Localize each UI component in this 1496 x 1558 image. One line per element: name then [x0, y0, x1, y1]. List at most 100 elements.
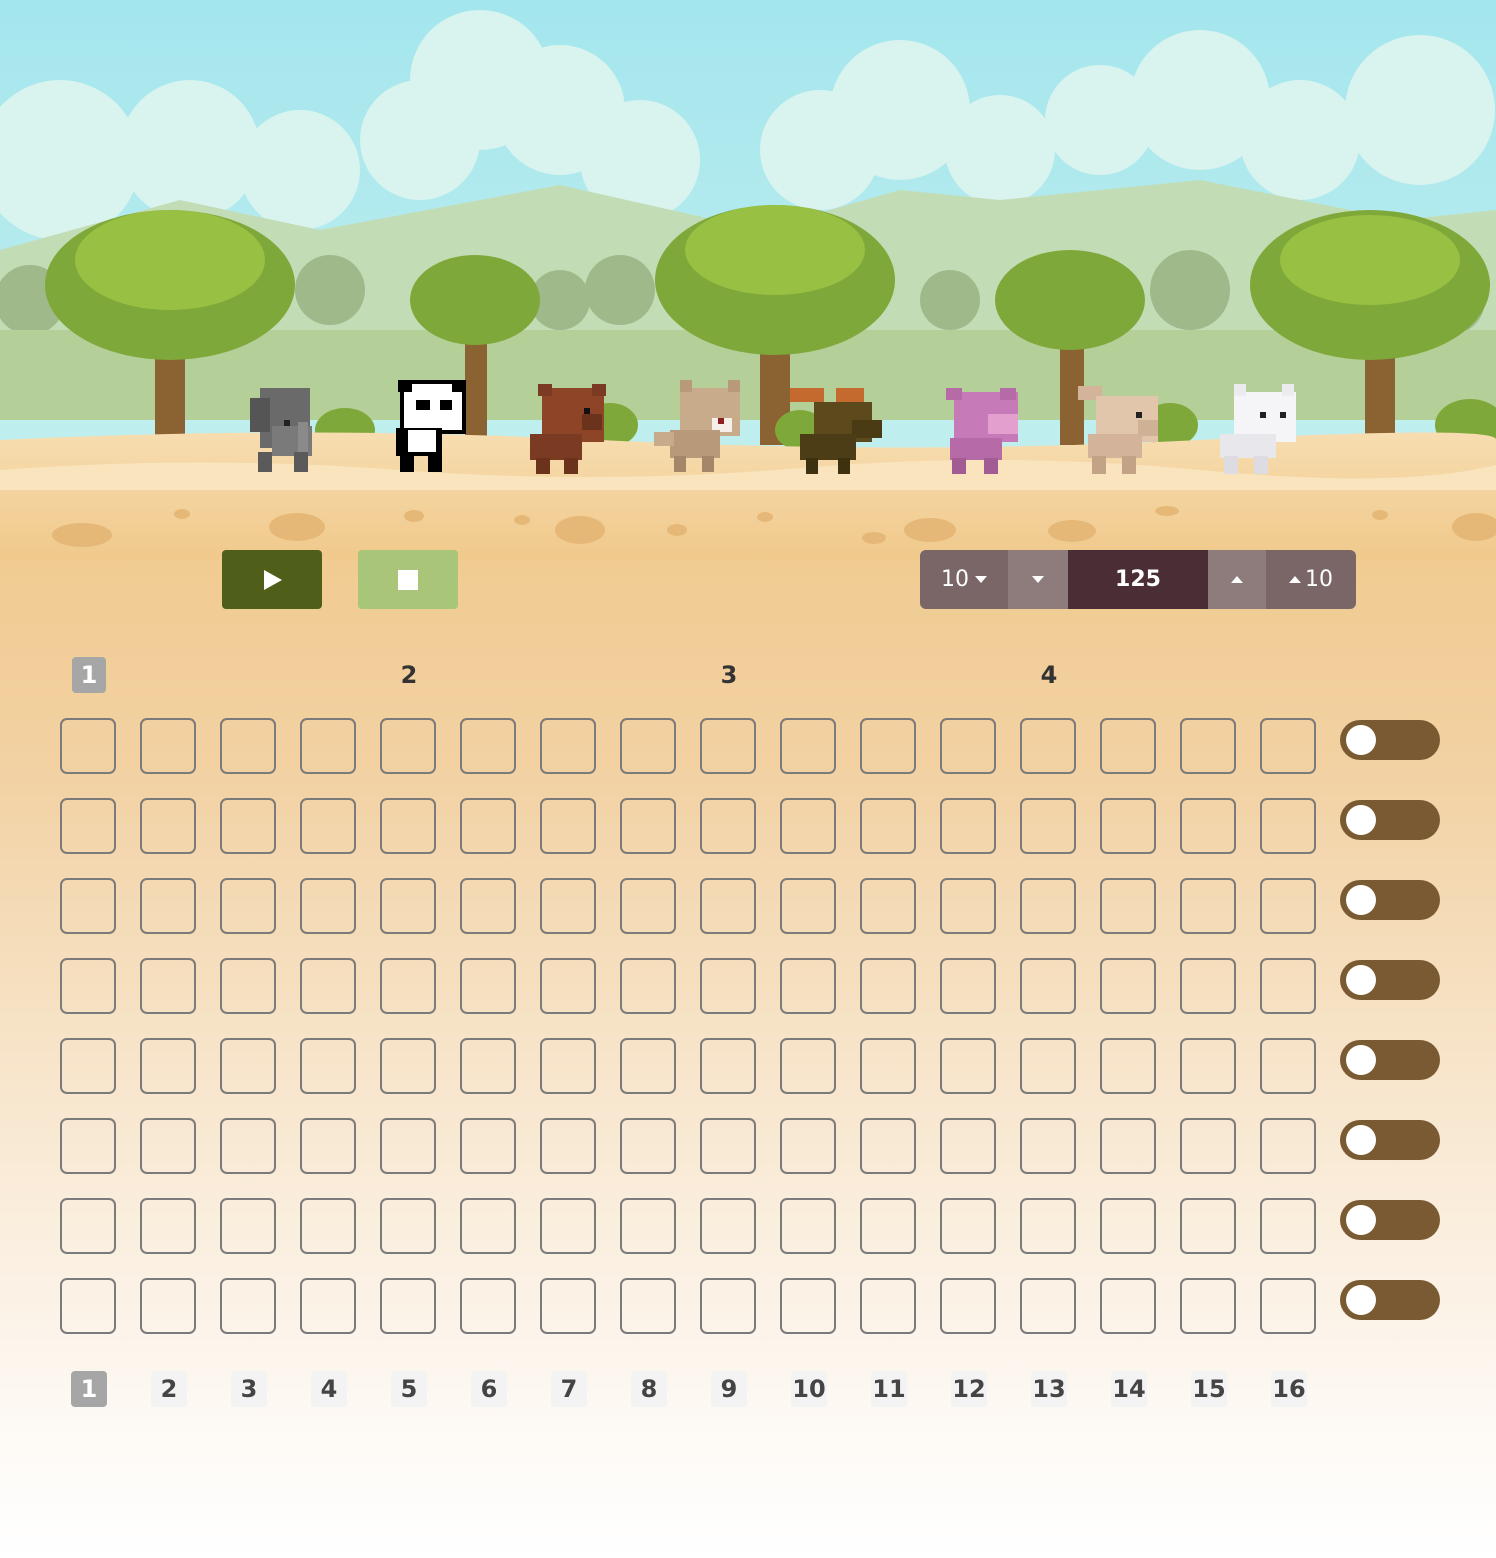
step-cell[interactable] [620, 1198, 676, 1254]
step-cell[interactable] [220, 798, 276, 854]
step-cell[interactable] [380, 798, 436, 854]
step-cell[interactable] [620, 718, 676, 774]
row-toggle-rabbit[interactable] [1340, 1200, 1440, 1240]
step-cell[interactable] [220, 1118, 276, 1174]
step-cell[interactable] [220, 1038, 276, 1094]
step-cell[interactable] [700, 878, 756, 934]
step-cell[interactable] [460, 1038, 516, 1094]
step-cell[interactable] [1020, 1278, 1076, 1334]
tempo-decrease-10-button[interactable]: 10 [920, 550, 1008, 609]
step-cell[interactable] [460, 798, 516, 854]
step-cell[interactable] [1020, 1038, 1076, 1094]
step-cell[interactable] [540, 718, 596, 774]
step-cell[interactable] [380, 718, 436, 774]
step-cell[interactable] [700, 798, 756, 854]
step-cell[interactable] [940, 718, 996, 774]
step-cell[interactable] [780, 878, 836, 934]
step-cell[interactable] [860, 878, 916, 934]
step-cell[interactable] [860, 1198, 916, 1254]
step-cell[interactable] [1100, 1118, 1156, 1174]
step-cell[interactable] [60, 1118, 116, 1174]
step-cell[interactable] [700, 718, 756, 774]
step-cell[interactable] [700, 958, 756, 1014]
step-cell[interactable] [700, 1278, 756, 1334]
step-cell[interactable] [940, 1198, 996, 1254]
step-cell[interactable] [860, 1118, 916, 1174]
step-cell[interactable] [780, 1198, 836, 1254]
step-cell[interactable] [460, 718, 516, 774]
step-cell[interactable] [140, 1198, 196, 1254]
step-cell[interactable] [300, 958, 356, 1014]
step-cell[interactable] [1100, 878, 1156, 934]
step-cell[interactable] [1020, 958, 1076, 1014]
step-cell[interactable] [140, 1038, 196, 1094]
step-cell[interactable] [940, 1118, 996, 1174]
step-cell[interactable] [1100, 1038, 1156, 1094]
step-cell[interactable] [1180, 958, 1236, 1014]
step-cell[interactable] [540, 1278, 596, 1334]
step-cell[interactable] [540, 798, 596, 854]
step-cell[interactable] [1020, 718, 1076, 774]
step-cell[interactable] [300, 878, 356, 934]
row-toggle-white-cat[interactable] [1340, 1280, 1440, 1320]
step-cell[interactable] [220, 718, 276, 774]
step-cell[interactable] [1260, 958, 1316, 1014]
step-cell[interactable] [1260, 1198, 1316, 1254]
row-toggle-pig[interactable] [1340, 1120, 1440, 1160]
step-cell[interactable] [220, 958, 276, 1014]
step-cell[interactable] [1100, 1278, 1156, 1334]
step-cell[interactable] [140, 1118, 196, 1174]
step-cell[interactable] [1020, 1118, 1076, 1174]
row-toggle-cat[interactable] [1340, 960, 1440, 1000]
step-cell[interactable] [1260, 798, 1316, 854]
step-cell[interactable] [1260, 1278, 1316, 1334]
bar-label-3[interactable]: 3 [712, 657, 746, 693]
step-cell[interactable] [460, 958, 516, 1014]
step-cell[interactable] [300, 1118, 356, 1174]
step-cell[interactable] [780, 1278, 836, 1334]
step-cell[interactable] [1100, 718, 1156, 774]
step-cell[interactable] [380, 878, 436, 934]
tempo-increase-10-button[interactable]: 10 [1266, 550, 1356, 609]
step-cell[interactable] [1180, 1038, 1236, 1094]
step-cell[interactable] [300, 1278, 356, 1334]
step-cell[interactable] [220, 1198, 276, 1254]
step-cell[interactable] [1020, 878, 1076, 934]
step-cell[interactable] [540, 958, 596, 1014]
play-button[interactable] [222, 550, 322, 609]
step-cell[interactable] [460, 1118, 516, 1174]
step-cell[interactable] [60, 1198, 116, 1254]
step-cell[interactable] [1260, 718, 1316, 774]
step-cell[interactable] [620, 798, 676, 854]
step-cell[interactable] [1260, 1118, 1316, 1174]
step-cell[interactable] [1020, 798, 1076, 854]
row-toggle-panda[interactable] [1340, 800, 1440, 840]
step-cell[interactable] [1260, 878, 1316, 934]
stop-button[interactable] [358, 550, 458, 609]
tempo-decrease-button[interactable] [1008, 550, 1068, 609]
step-cell[interactable] [940, 958, 996, 1014]
step-cell[interactable] [60, 798, 116, 854]
step-cell[interactable] [1180, 1198, 1236, 1254]
step-cell[interactable] [460, 1278, 516, 1334]
row-toggle-bear[interactable] [1340, 880, 1440, 920]
bar-label-1[interactable]: 1 [72, 657, 106, 693]
step-cell[interactable] [60, 958, 116, 1014]
step-cell[interactable] [1100, 1198, 1156, 1254]
step-cell[interactable] [1180, 798, 1236, 854]
step-cell[interactable] [860, 958, 916, 1014]
step-cell[interactable] [780, 958, 836, 1014]
step-cell[interactable] [300, 798, 356, 854]
step-cell[interactable] [700, 1198, 756, 1254]
step-cell[interactable] [860, 1038, 916, 1094]
step-cell[interactable] [780, 798, 836, 854]
step-cell[interactable] [460, 878, 516, 934]
step-cell[interactable] [1180, 878, 1236, 934]
step-cell[interactable] [780, 1118, 836, 1174]
step-cell[interactable] [140, 798, 196, 854]
step-cell[interactable] [1100, 958, 1156, 1014]
step-cell[interactable] [700, 1038, 756, 1094]
step-cell[interactable] [540, 1118, 596, 1174]
step-cell[interactable] [300, 1198, 356, 1254]
step-cell[interactable] [620, 878, 676, 934]
